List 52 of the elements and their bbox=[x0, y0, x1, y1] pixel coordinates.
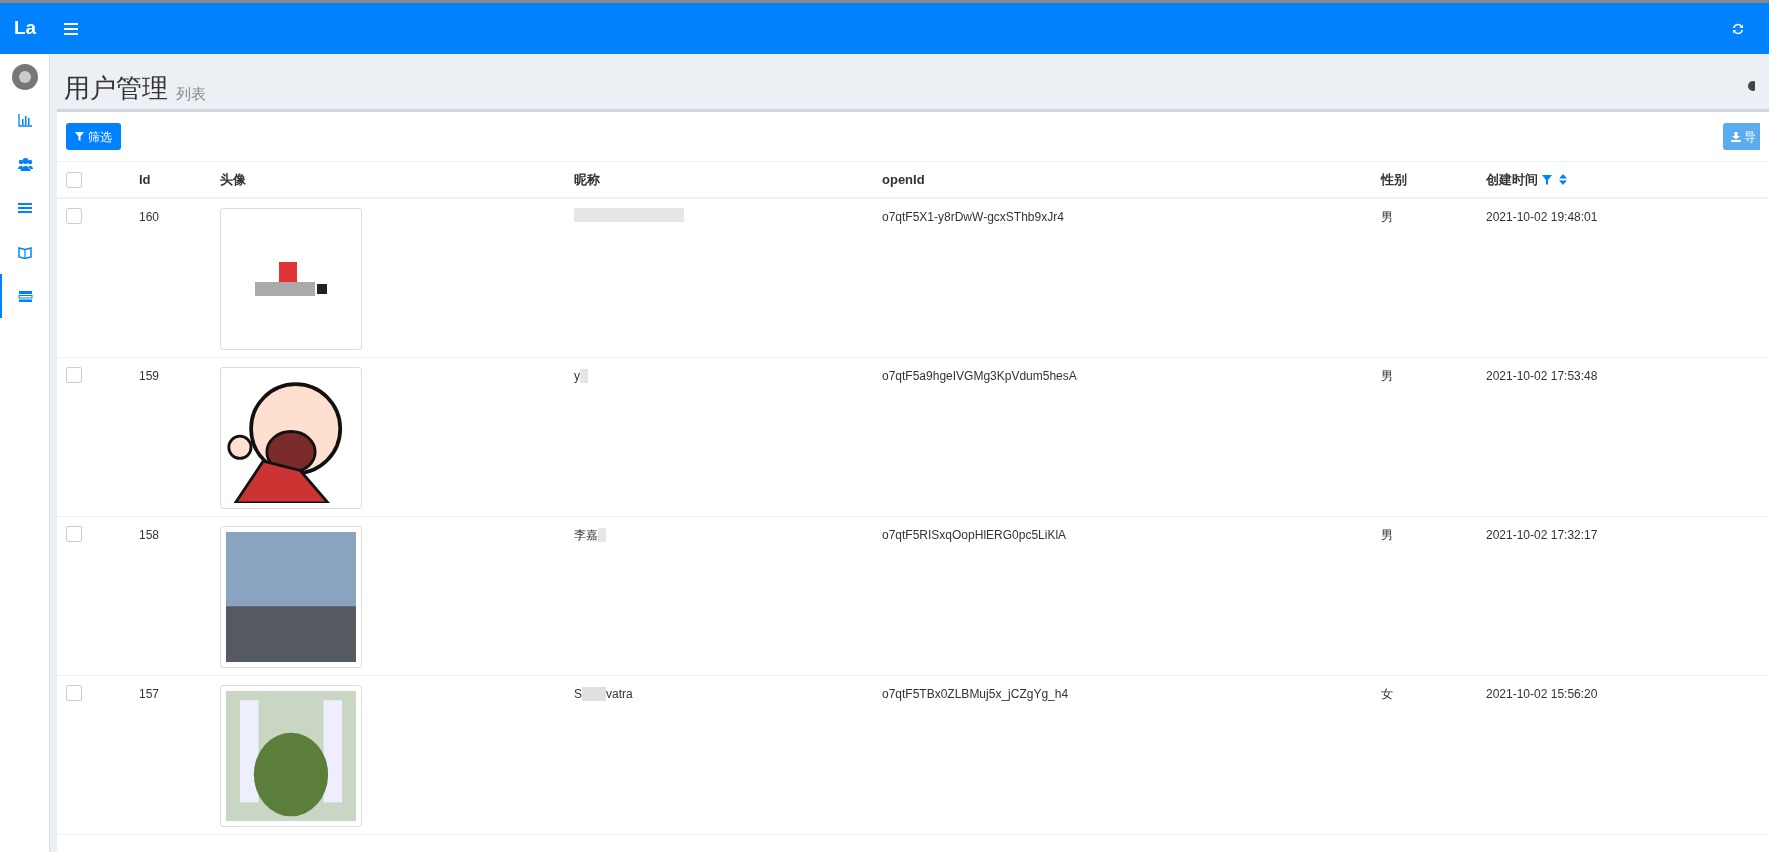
page-title: 用户管理 bbox=[64, 75, 168, 101]
logo-image bbox=[255, 262, 327, 296]
table-cell: o7qtF5TBx0ZLBMuj5x_jCZgYg_h4 bbox=[882, 687, 1069, 701]
filter-icon[interactable] bbox=[1542, 174, 1552, 185]
column-header[interactable]: 性别 bbox=[1381, 169, 1407, 190]
table-cell: 2021-10-02 17:53:48 bbox=[1486, 369, 1598, 383]
row-checkbox[interactable] bbox=[66, 208, 82, 224]
table-cell: 160 bbox=[139, 210, 160, 224]
menu-icon[interactable] bbox=[64, 22, 78, 35]
filter-button[interactable]: 筛选 bbox=[66, 123, 121, 150]
book-icon bbox=[18, 244, 33, 260]
palette-icon[interactable] bbox=[1746, 81, 1755, 91]
table-cell: 157 bbox=[139, 687, 160, 701]
download-icon bbox=[1731, 131, 1741, 142]
row-checkbox[interactable] bbox=[66, 367, 82, 383]
table-cell: 女 bbox=[1381, 687, 1393, 701]
column-header[interactable]: Id bbox=[139, 169, 151, 190]
blurred-text bbox=[598, 528, 606, 542]
table-cell: 2021-10-02 19:48:01 bbox=[1486, 210, 1598, 224]
table-cell: 159 bbox=[139, 369, 160, 383]
column-header[interactable]: 创建时间 bbox=[1486, 169, 1538, 190]
users-icon bbox=[18, 156, 33, 172]
table-cell-text: 李嘉 bbox=[574, 527, 598, 544]
avatar-silhouette bbox=[11, 64, 38, 90]
table-icon bbox=[18, 288, 33, 304]
refresh-icon[interactable] bbox=[1731, 21, 1745, 36]
table-cell-text: vatra bbox=[606, 686, 633, 703]
select-all-checkbox[interactable] bbox=[66, 171, 82, 188]
filter-icon bbox=[75, 132, 84, 141]
list-icon bbox=[18, 200, 33, 216]
table-cell: 男 bbox=[1381, 528, 1393, 542]
table-cell: o7qtF5RISxqOopHlERG0pc5LiKlA bbox=[882, 528, 1067, 542]
table-cell: 2021-10-02 17:32:17 bbox=[1486, 528, 1598, 542]
table-cell: o7qtF5a9hgeIVGMg3KpVdum5hesA bbox=[882, 369, 1077, 383]
blurred-text bbox=[582, 687, 606, 701]
table-cell-text: S bbox=[574, 686, 582, 703]
table-cell-text: y bbox=[574, 368, 580, 385]
table-cell: 2021-10-02 15:56:20 bbox=[1486, 687, 1598, 701]
table-cell: 男 bbox=[1381, 369, 1393, 383]
page-subtitle: 列表 bbox=[176, 86, 206, 101]
column-header[interactable]: 昵称 bbox=[574, 169, 600, 190]
row-checkbox[interactable] bbox=[66, 526, 82, 542]
table-cell: 158 bbox=[139, 528, 160, 542]
column-header[interactable]: 头像 bbox=[220, 169, 246, 190]
row-checkbox[interactable] bbox=[66, 685, 82, 701]
chart-icon bbox=[18, 112, 33, 128]
sort-icon[interactable] bbox=[1559, 174, 1567, 185]
table-cell: o7qtF5X1-y8rDwW-gcxSThb9xJr4 bbox=[882, 210, 1064, 224]
brand-logo: La bbox=[12, 16, 38, 41]
table-cell: 男 bbox=[1381, 210, 1393, 224]
blurred-text bbox=[580, 369, 588, 383]
column-header[interactable]: openId bbox=[882, 169, 925, 190]
